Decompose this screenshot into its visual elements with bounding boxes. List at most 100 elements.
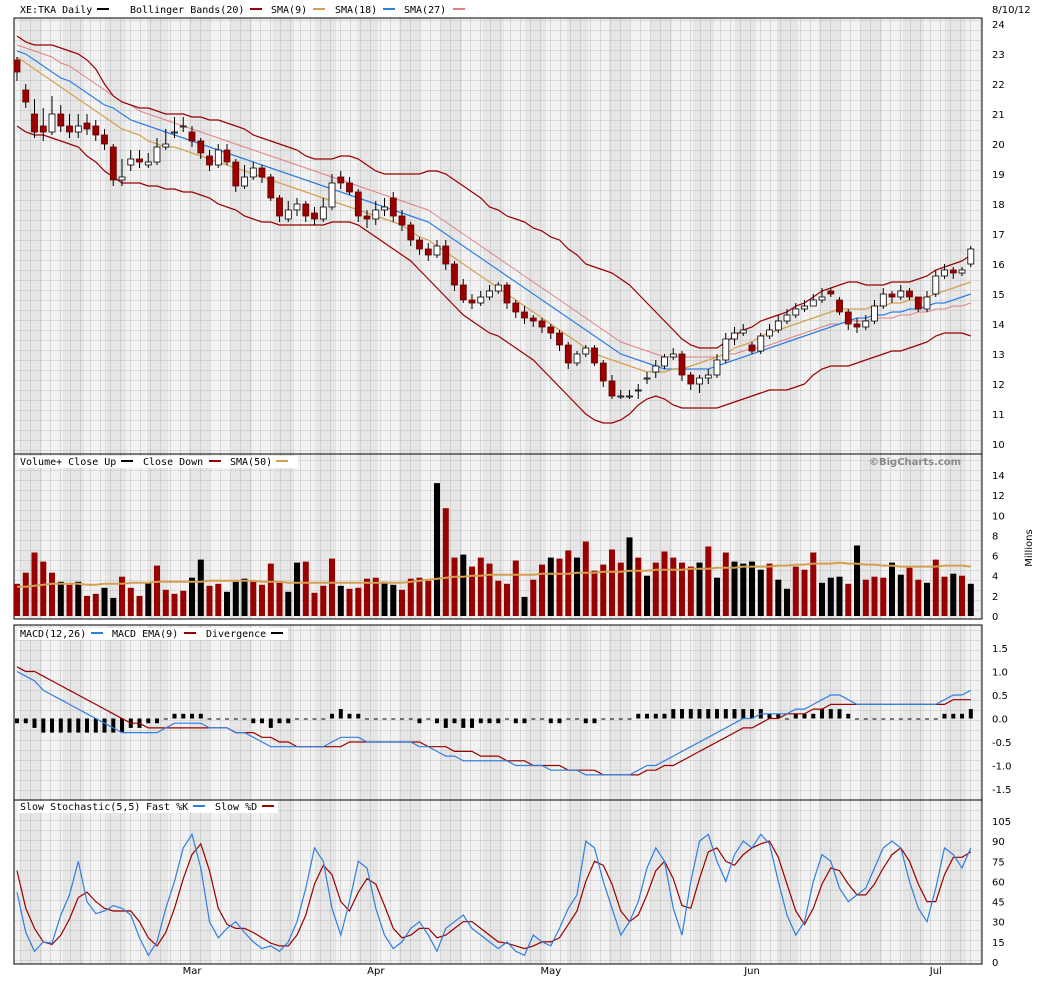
candle-down (136, 158, 143, 163)
volume-bar-down (635, 557, 642, 616)
month-label: May (540, 966, 561, 977)
divergence-bar (111, 718, 116, 733)
divergence-bar (373, 718, 378, 720)
candle-up (127, 158, 135, 166)
candle-up (486, 290, 493, 298)
candle-up (669, 353, 677, 358)
volume-unit-label: Millions (1024, 529, 1035, 566)
volume-bar-up (644, 575, 650, 616)
divergence-bar (15, 718, 19, 724)
volume-bar-down (609, 549, 615, 616)
stock-chart: 101112131415161718192021222324 XE:TKA Da… (13, 5, 1035, 977)
volume-bar-down (416, 577, 423, 616)
volume-bar-down (687, 566, 694, 616)
divergence-bar (330, 713, 334, 719)
candle-down (836, 299, 843, 313)
candle-down (346, 182, 353, 193)
volume-bar-down (154, 565, 160, 616)
legend-slow-d: Slow %D (215, 802, 257, 813)
volume-bar-down (845, 583, 852, 616)
divergence-bar (916, 718, 921, 720)
volume-bar-down (407, 578, 414, 616)
volume-y-tick-label: 14 (992, 471, 1005, 482)
divergence-bar (942, 713, 947, 719)
divergence-bar (260, 718, 264, 724)
candle-down (206, 155, 213, 166)
volume-bar-up (232, 581, 239, 616)
volume-bar-down (329, 558, 335, 616)
volume-bar-down (267, 563, 274, 616)
volume-bar-down (565, 550, 572, 616)
candle-down (363, 215, 371, 220)
legend-swatch-divergence (271, 632, 283, 634)
divergence-bar (408, 718, 413, 720)
legend-volume-up: Volume+ Close Up (20, 457, 116, 468)
divergence-bar (391, 718, 396, 720)
divergence-bar (146, 718, 151, 724)
divergence-bar (671, 709, 676, 719)
volume-bar-down (530, 579, 537, 616)
volume-bar-down (215, 583, 222, 616)
legend-fast-k: Fast %K (146, 802, 188, 813)
candle-down (354, 191, 362, 217)
legend-swatch-series4 (453, 8, 465, 10)
divergence-bar (321, 718, 326, 720)
candle-down (914, 296, 922, 310)
candle-up (722, 338, 730, 361)
candle-down (512, 302, 520, 313)
divergence-bar (356, 713, 361, 719)
month-label: Apr (367, 966, 385, 977)
divergence-bar (295, 718, 299, 720)
candle-down (442, 245, 450, 265)
price-y-tick-label: 21 (992, 110, 1005, 121)
candle-up (494, 284, 502, 292)
candle-up (328, 182, 336, 208)
divergence-bar (925, 718, 929, 720)
volume-bar-down (941, 576, 948, 616)
divergence-bar (58, 718, 63, 733)
macd-y-tick-label: -1.5 (992, 785, 1012, 796)
candle-up (661, 356, 668, 367)
volume-bar-down (442, 508, 449, 616)
volume-bar-down (136, 595, 143, 616)
divergence-bar (207, 718, 212, 720)
volume-bar-down (670, 557, 677, 616)
volume-bar-down (92, 593, 99, 616)
legend-divergence: Divergence (206, 629, 266, 640)
candle-down (197, 140, 205, 154)
divergence-bar (601, 718, 606, 720)
divergence-bar (618, 718, 623, 720)
volume-bar-down (469, 566, 475, 616)
candle-up (704, 374, 712, 379)
divergence-bar (610, 718, 614, 720)
candle-up (958, 269, 966, 274)
divergence-bar (85, 718, 89, 733)
divergence-bar (277, 718, 282, 724)
price-y-tick-label: 10 (992, 440, 1005, 451)
volume-bar-down (959, 575, 965, 616)
candle-down (22, 89, 30, 103)
legend-swatch-volume-up (121, 460, 133, 462)
candle-down (232, 161, 240, 187)
volume-y-tick-label: 2 (992, 592, 998, 603)
candle-up (792, 308, 800, 316)
divergence-bar (575, 718, 579, 720)
volume-bar-up (547, 557, 554, 616)
volume-bar-down (539, 564, 545, 616)
price-y-tick-label: 15 (992, 290, 1005, 301)
volume-bar-down (66, 584, 73, 616)
volume-bar-down (302, 561, 309, 616)
volume-bar-up (434, 483, 440, 616)
volume-bar-down (276, 582, 283, 616)
volume-bar-down (259, 584, 265, 616)
candle-down (451, 263, 458, 286)
divergence-bar (793, 713, 798, 719)
legend-swatch-slow-d (262, 805, 274, 807)
volume-bar-up (145, 582, 152, 616)
divergence-bar (855, 718, 859, 720)
x-axis-months: MarAprMayJunJulAug (183, 966, 942, 977)
macd-y-tick-label: 0.5 (992, 691, 1008, 702)
divergence-bar (417, 718, 422, 724)
candle-up (897, 290, 905, 298)
divergence-bar (697, 709, 702, 719)
